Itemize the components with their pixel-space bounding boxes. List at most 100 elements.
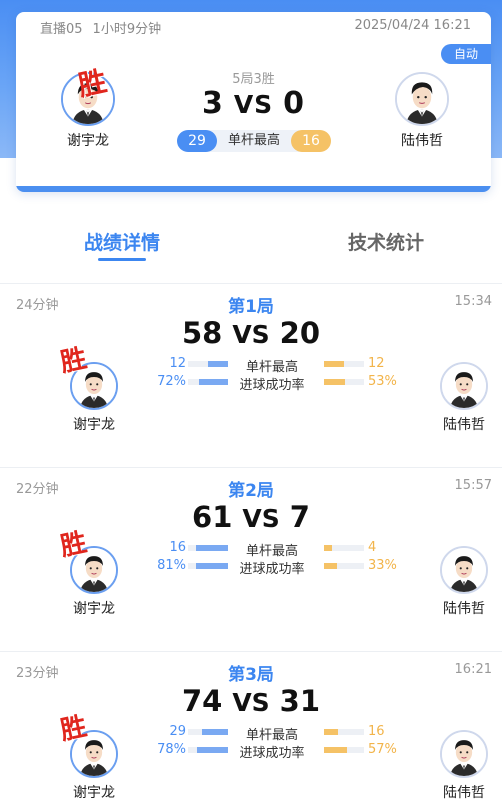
vs-label: VS [232, 320, 270, 349]
channel-label: 直播05 [40, 22, 83, 37]
stat-left-bar [199, 379, 228, 385]
match-summary-card: 直播05 1小时9分钟 2025/04/24 16:21 自动 谢宇龙 胜 5局3… [16, 12, 491, 192]
game-player-left[interactable]: 谢宇龙 胜 [54, 344, 134, 434]
player-right[interactable]: 陆伟哲 [382, 72, 462, 150]
stat-right-bar [324, 747, 347, 753]
game-time: 16:21 [454, 662, 492, 677]
score-left: 3 [201, 86, 224, 121]
high-break-left: 29 [177, 130, 217, 152]
auto-badge[interactable]: 自动 [441, 44, 491, 64]
game-player-left[interactable]: 谢宇龙 胜 [54, 712, 134, 802]
stat-row: 81% 进球成功率 33% [140, 558, 400, 577]
stat-left-bar [195, 563, 228, 569]
tab-bar: 战绩详情 技术统计 [0, 228, 502, 268]
player-avatar-icon [442, 732, 486, 776]
stat-left-bar [208, 361, 228, 367]
stat-left-value: 78% [157, 742, 186, 757]
player-left-name: 谢宇龙 [67, 133, 109, 149]
game-card[interactable]: 24分钟 第1局 15:34 58 VS 20 12 单杆最高 12 72% 进球成… [0, 283, 502, 467]
high-break-right: 16 [291, 130, 331, 152]
player-right-name: 陆伟哲 [401, 133, 443, 149]
game-player-right[interactable]: 陆伟哲 [424, 546, 502, 618]
player-right-avatar [440, 546, 488, 594]
score-right: 31 [279, 684, 321, 718]
stat-left-track [188, 729, 228, 735]
stat-right-track [324, 729, 364, 735]
stat-right-track [324, 563, 364, 569]
game-card[interactable]: 22分钟 第2局 15:57 61 VS 7 16 单杆最高 4 81% 进球成功率… [0, 467, 502, 651]
stat-right-bar [324, 729, 339, 735]
player-left-name: 谢宇龙 [73, 601, 115, 617]
score-left: 61 [192, 500, 233, 534]
stat-label: 进球成功率 [239, 562, 305, 577]
game-card[interactable]: 23分钟 第3局 16:21 74 VS 31 29 单杆最高 16 78% 进球成… [0, 651, 502, 805]
card-accent-strip [16, 186, 491, 192]
stat-right-bar [324, 545, 332, 551]
stat-right-track [324, 747, 364, 753]
stat-row: 29 单杆最高 16 [140, 724, 400, 743]
stat-right-value: 12 [368, 356, 385, 371]
game-player-right[interactable]: 陆伟哲 [424, 730, 502, 802]
score-right: 7 [289, 500, 310, 534]
stat-left-value: 72% [157, 374, 186, 389]
player-right-name: 陆伟哲 [443, 417, 485, 433]
match-duration: 1小时9分钟 [92, 22, 162, 37]
game-player-right[interactable]: 陆伟哲 [424, 362, 502, 434]
score-left: 74 [181, 684, 223, 718]
stat-right-track [324, 379, 364, 385]
stat-label: 进球成功率 [239, 378, 305, 393]
stat-right-value: 33% [368, 558, 397, 573]
stat-label: 单杆最高 [245, 544, 298, 559]
player-right-name: 陆伟哲 [443, 785, 485, 801]
score-left: 58 [181, 316, 223, 350]
game-title: 第3局 [228, 665, 274, 685]
score-right: 0 [283, 86, 306, 121]
high-break-bar: 单杆最高 29 16 [177, 130, 331, 152]
vs-label: VS [232, 688, 270, 717]
player-left-name: 谢宇龙 [73, 785, 115, 801]
player-right-avatar [395, 72, 449, 126]
player-avatar-icon [442, 364, 486, 408]
tab-tech-stats[interactable]: 技术统计 [296, 228, 476, 255]
stat-row: 78% 进球成功率 57% [140, 742, 400, 761]
stat-right-bar [324, 563, 338, 569]
stat-row: 72% 进球成功率 53% [140, 374, 400, 393]
game-title: 第2局 [228, 481, 274, 501]
stat-row: 16 单杆最高 4 [140, 540, 400, 559]
game-time: 15:34 [454, 294, 492, 309]
game-player-left[interactable]: 谢宇龙 胜 [54, 528, 134, 618]
stat-label: 单杆最高 [245, 360, 298, 375]
stat-right-track [324, 545, 364, 551]
stat-right-bar [324, 379, 346, 385]
stat-left-track [188, 545, 228, 551]
stat-right-value: 16 [368, 724, 385, 739]
stat-left-bar [202, 729, 228, 735]
stat-left-value: 29 [169, 724, 186, 739]
match-meta: 直播05 1小时9分钟 [40, 18, 161, 37]
active-tab-underline [98, 258, 146, 261]
stat-right-value: 53% [368, 374, 397, 389]
stat-left-track [188, 747, 228, 753]
stat-left-track [188, 563, 228, 569]
player-avatar-icon [397, 74, 447, 124]
stat-left-track [188, 361, 228, 367]
match-datetime: 2025/04/24 16:21 [354, 18, 471, 33]
stat-right-value: 4 [368, 540, 377, 555]
game-title: 第1局 [228, 297, 274, 317]
tab-match-details[interactable]: 战绩详情 [32, 228, 212, 255]
game-time: 15:57 [454, 478, 492, 493]
stat-left-value: 12 [169, 356, 186, 371]
stat-right-value: 57% [368, 742, 397, 757]
vs-label: VS [242, 504, 280, 533]
stat-label: 进球成功率 [239, 746, 305, 761]
stat-left-bar [196, 545, 228, 551]
player-right-avatar [440, 362, 488, 410]
vs-label: VS [233, 90, 274, 119]
stat-right-bar [324, 361, 344, 367]
player-right-avatar [440, 730, 488, 778]
high-break-label: 单杆最高 [209, 130, 299, 152]
stat-right-track [324, 361, 364, 367]
player-left-name: 谢宇龙 [73, 417, 115, 433]
stat-label: 单杆最高 [245, 728, 298, 743]
stat-left-value: 16 [169, 540, 186, 555]
